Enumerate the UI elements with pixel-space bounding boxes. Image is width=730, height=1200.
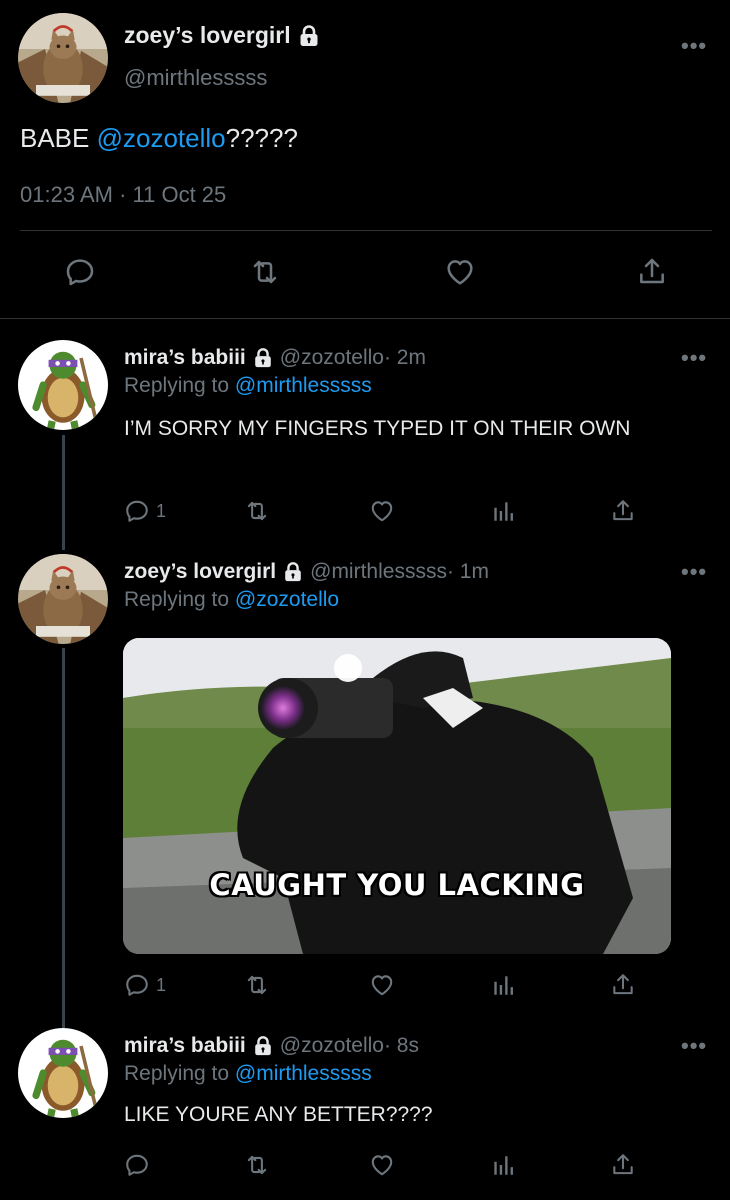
more-options-icon[interactable]: ••• bbox=[681, 559, 707, 585]
tweet-text: BABE @zozotello????? bbox=[20, 123, 298, 154]
replying-to-link[interactable]: @mirthlesssss bbox=[235, 374, 372, 397]
display-name[interactable]: mira’s babiii @zozotello · 8s bbox=[124, 1034, 419, 1058]
retweet-icon[interactable] bbox=[244, 498, 270, 524]
media-image[interactable]: CAUGHT YOU LACKING bbox=[123, 638, 671, 954]
retweet-icon[interactable] bbox=[249, 256, 281, 288]
more-options-icon[interactable]: ••• bbox=[681, 345, 707, 371]
reply-icon[interactable] bbox=[124, 498, 150, 524]
retweet-icon[interactable] bbox=[244, 1152, 270, 1178]
display-name-text: zoey’s lovergirl bbox=[124, 560, 277, 583]
more-options-icon[interactable]: ••• bbox=[681, 1033, 707, 1059]
thread-connector bbox=[62, 648, 65, 1028]
display-name[interactable]: zoey’s lovergirl bbox=[124, 22, 321, 49]
analytics-icon[interactable] bbox=[490, 972, 516, 998]
like-icon[interactable] bbox=[369, 972, 395, 998]
share-icon[interactable] bbox=[636, 256, 668, 288]
share-icon[interactable] bbox=[610, 1152, 636, 1178]
analytics-icon[interactable] bbox=[490, 498, 516, 524]
replying-to-link[interactable]: @zozotello bbox=[235, 588, 339, 611]
handle[interactable]: @zozotello bbox=[280, 1034, 384, 1058]
display-name-text: mira’s babiii bbox=[124, 346, 246, 369]
display-name[interactable]: mira’s babiii @zozotello · 2m bbox=[124, 346, 426, 370]
reply-count: 1 bbox=[156, 501, 167, 521]
display-name[interactable]: zoey’s lovergirl @mirthlesssss · 1m bbox=[124, 560, 489, 584]
handle[interactable]: @zozotello bbox=[280, 346, 384, 370]
main-tweet: zoey’s lovergirl @mirthlesssss ••• BABE … bbox=[0, 0, 730, 319]
share-icon[interactable] bbox=[610, 972, 636, 998]
replying-to-label: Replying to bbox=[124, 374, 235, 397]
relative-time[interactable]: · 8s bbox=[384, 1034, 419, 1058]
replying-to-link[interactable]: @mirthlesssss bbox=[235, 1062, 372, 1085]
timestamp[interactable]: 01:23 AM · 11 Oct 25 bbox=[20, 182, 226, 208]
replying-to: Replying to @zozotello bbox=[124, 588, 339, 612]
replying-to-label: Replying to bbox=[124, 588, 235, 611]
meme-photo bbox=[123, 638, 671, 954]
like-icon[interactable] bbox=[369, 498, 395, 524]
reply-icon[interactable] bbox=[124, 1152, 150, 1178]
lock-icon bbox=[252, 1035, 274, 1057]
divider bbox=[20, 230, 712, 231]
handle[interactable]: @mirthlesssss bbox=[124, 65, 267, 91]
lock-icon bbox=[297, 24, 321, 48]
reply-count: 1 bbox=[156, 975, 167, 995]
reply-icon[interactable] bbox=[64, 256, 96, 288]
analytics-icon[interactable] bbox=[490, 1152, 516, 1178]
like-icon[interactable] bbox=[444, 256, 476, 288]
more-options-icon[interactable]: ••• bbox=[681, 33, 707, 59]
tweet-text: LIKE YOURE ANY BETTER???? bbox=[124, 1103, 433, 1126]
relative-time[interactable]: · 2m bbox=[384, 346, 426, 370]
avatar[interactable] bbox=[18, 340, 108, 430]
tweet-text-suffix: ????? bbox=[225, 123, 298, 153]
tweet-text: I’M SORRY MY FINGERS TYPED IT ON THEIR O… bbox=[124, 417, 631, 440]
avatar[interactable] bbox=[18, 13, 108, 103]
share-icon[interactable] bbox=[610, 498, 636, 524]
retweet-icon[interactable] bbox=[244, 972, 270, 998]
like-icon[interactable] bbox=[369, 1152, 395, 1178]
replying-to: Replying to @mirthlesssss bbox=[124, 374, 372, 398]
relative-time[interactable]: · 1m bbox=[447, 560, 489, 584]
reply-icon[interactable] bbox=[124, 972, 150, 998]
replying-to: Replying to @mirthlesssss bbox=[124, 1062, 372, 1086]
tweet-text-prefix: BABE bbox=[20, 123, 97, 153]
thread-connector bbox=[62, 435, 65, 550]
handle[interactable]: @mirthlesssss bbox=[310, 560, 447, 584]
avatar[interactable] bbox=[18, 554, 108, 644]
avatar[interactable] bbox=[18, 1028, 108, 1118]
lock-icon bbox=[252, 347, 274, 369]
meme-caption: CAUGHT YOU LACKING bbox=[209, 868, 585, 902]
replying-to-label: Replying to bbox=[124, 1062, 235, 1085]
display-name-text: mira’s babiii bbox=[124, 1034, 246, 1057]
mention-link[interactable]: @zozotello bbox=[97, 123, 226, 153]
display-name-text: zoey’s lovergirl bbox=[124, 22, 291, 48]
lock-icon bbox=[282, 561, 304, 583]
